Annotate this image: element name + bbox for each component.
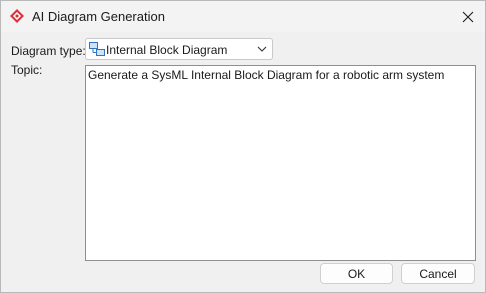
cancel-button[interactable]: Cancel [401, 263, 475, 284]
ok-button[interactable]: OK [320, 263, 393, 284]
internal-block-diagram-icon [89, 42, 105, 56]
close-button[interactable] [451, 1, 485, 32]
window-title: AI Diagram Generation [32, 9, 165, 24]
topic-label: Topic: [11, 63, 43, 77]
topic-textarea[interactable]: Generate a SysML Internal Block Diagram … [85, 65, 476, 261]
dialog-content: Diagram type: Internal Block Diagram Top… [1, 32, 485, 292]
chevron-down-icon [257, 46, 267, 52]
app-logo-icon [10, 9, 24, 23]
diagram-type-select[interactable]: Internal Block Diagram [85, 38, 273, 60]
close-icon [462, 11, 474, 22]
diagram-type-label: Diagram type: [11, 44, 86, 58]
dialog-window: AI Diagram Generation Diagram type: Inte… [0, 0, 486, 293]
diagram-type-value: Internal Block Diagram [106, 43, 228, 57]
title-bar[interactable]: AI Diagram Generation [1, 1, 485, 32]
